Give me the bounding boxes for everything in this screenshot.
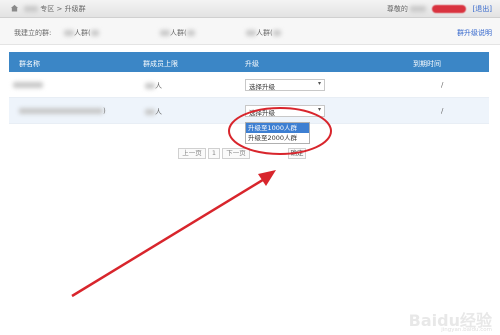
blurred-text	[160, 30, 170, 36]
table-header: 群名称 群成员上限 升级 到期时间	[9, 52, 489, 72]
blurred-text	[24, 6, 38, 12]
member-limit: 人	[145, 107, 162, 117]
upgrade-table: 群名称 群成员上限 升级 到期时间 人 选择升级 ▾ / ) 人 选择升级 ▾ /	[9, 52, 489, 124]
prev-page-button[interactable]: 上一页	[178, 148, 206, 159]
upgrade-options-dropdown: 升级至1000人群 升级至2000人群	[245, 122, 310, 144]
breadcrumb-separator: >	[56, 5, 63, 13]
expire-time: /	[441, 81, 444, 89]
my-groups-label: 我建立的群:	[14, 29, 52, 37]
expire-time: /	[441, 107, 444, 115]
top-bar: 专区 > 升级群 尊敬的 [退出]	[0, 0, 500, 18]
group-link[interactable]: 人群(	[64, 28, 99, 38]
blurred-text	[410, 6, 427, 12]
group-name	[13, 81, 43, 89]
blurred-text	[246, 30, 256, 36]
breadcrumb-area[interactable]: 专区	[40, 5, 54, 13]
table-row: 人 选择升级 ▾ /	[9, 72, 489, 98]
annotation-overlay	[71, 107, 332, 298]
user-area: 尊敬的 [退出]	[387, 4, 492, 14]
watermark-url: jingyan.baidu.com	[441, 327, 492, 333]
greeting-text: 尊敬的	[386, 5, 408, 13]
page-number-input[interactable]: 1	[208, 148, 220, 159]
option-upgrade-1000[interactable]: 升级至1000人群	[246, 123, 309, 133]
blurred-text	[64, 30, 74, 36]
option-upgrade-2000[interactable]: 升级至2000人群	[246, 133, 309, 143]
blurred-text	[272, 30, 281, 36]
confirm-button[interactable]: 确定	[288, 148, 306, 159]
next-page-button[interactable]: 下一页	[222, 148, 250, 159]
upgrade-help-link[interactable]: 群升级说明	[457, 28, 492, 38]
user-name-badge	[432, 5, 467, 13]
pointer-arrow	[71, 176, 267, 298]
blurred-text	[186, 30, 195, 36]
table-row: ) 人 选择升级 ▾ /	[9, 98, 489, 124]
my-groups-bar: 我建立的群: 人群( 人群( 人群( 群升级说明	[0, 18, 500, 45]
group-name: )	[19, 107, 106, 115]
logout-link[interactable]: [退出]	[473, 5, 492, 13]
breadcrumb: 专区 > 升级群	[24, 4, 86, 14]
header-upgrade: 升级	[245, 60, 259, 68]
arrow-head	[258, 170, 276, 186]
blurred-text	[90, 30, 99, 36]
chevron-down-icon: ▾	[317, 106, 321, 113]
upgrade-select[interactable]: 选择升级 ▾	[245, 105, 325, 117]
header-group-name: 群名称	[19, 60, 40, 68]
chevron-down-icon: ▾	[317, 80, 321, 87]
upgrade-select[interactable]: 选择升级 ▾	[245, 79, 325, 91]
member-limit: 人	[145, 81, 162, 91]
header-expire: 到期时间	[413, 60, 441, 68]
group-link[interactable]: 人群(	[246, 28, 281, 38]
breadcrumb-current: 升级群	[64, 5, 86, 13]
home-icon[interactable]	[10, 4, 19, 12]
group-link[interactable]: 人群(	[160, 28, 195, 38]
header-member-limit: 群成员上限	[143, 60, 178, 68]
